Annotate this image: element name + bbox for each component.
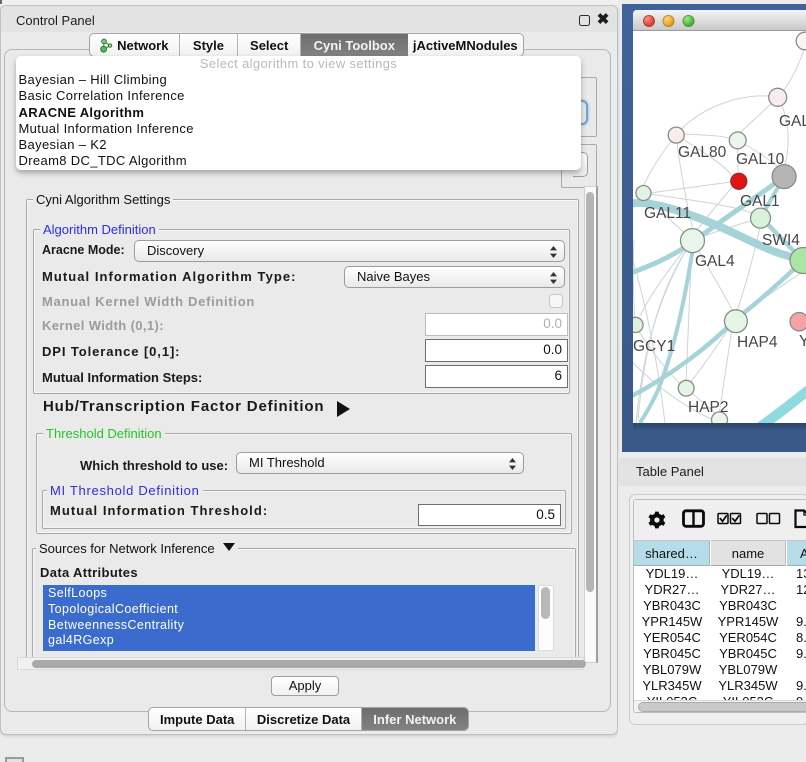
- svg-text:GAL7: GAL7: [779, 113, 806, 130]
- svg-text:HAP4: HAP4: [737, 334, 778, 351]
- svg-text:GAL4: GAL4: [695, 253, 735, 270]
- svg-text:HAP2: HAP2: [688, 399, 729, 416]
- svg-text:GAL1: GAL1: [740, 193, 780, 210]
- svg-text:SWI4: SWI4: [762, 232, 800, 249]
- svg-text:GAL11: GAL11: [644, 205, 691, 222]
- svg-text:GAL80: GAL80: [678, 144, 727, 161]
- svg-text:GAL10: GAL10: [736, 151, 785, 168]
- svg-text:GCY1: GCY1: [633, 338, 675, 355]
- svg-text:Y: Y: [799, 333, 806, 350]
